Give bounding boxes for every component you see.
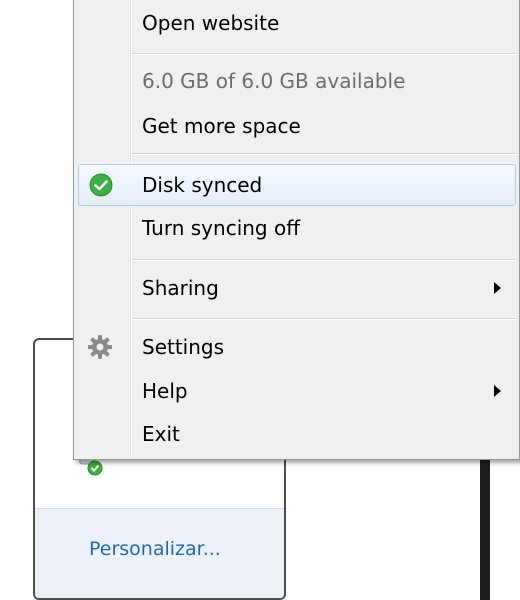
menu-item-settings[interactable]: Settings [74, 327, 519, 367]
menu-separator [132, 259, 517, 260]
menu-item-storage-status: 6.0 GB of 6.0 GB available [74, 61, 519, 101]
menu-item-label: Disk synced [142, 173, 263, 197]
chevron-right-icon [494, 282, 501, 294]
menu-item-exit[interactable]: Exit [74, 414, 519, 454]
menu-item-label: 6.0 GB of 6.0 GB available [142, 69, 406, 93]
menu-item-disk-synced[interactable]: Disk synced [78, 164, 516, 206]
menu-item-label: Exit [142, 422, 180, 446]
menu-item-label: Help [142, 379, 188, 403]
menu-item-sharing[interactable]: Sharing [74, 268, 519, 308]
menu-separator [132, 318, 517, 319]
menu-item-label: Sharing [142, 276, 219, 300]
menu-separator [132, 153, 517, 154]
desktop: Personalizar... Open website 6.0 GB of 6… [0, 0, 520, 600]
check-circle-icon [88, 172, 114, 198]
customize-link[interactable]: Personalizar... [89, 538, 221, 560]
context-menu: Open website 6.0 GB of 6.0 GB available … [73, 0, 520, 460]
menu-separator [132, 53, 517, 54]
menu-item-get-more-space[interactable]: Get more space [74, 106, 519, 146]
menu-item-label: Get more space [142, 114, 301, 138]
menu-item-turn-syncing-off[interactable]: Turn syncing off [74, 208, 519, 248]
window-edge [480, 440, 490, 600]
chevron-right-icon [494, 385, 501, 397]
menu-item-label: Turn syncing off [142, 216, 300, 240]
menu-item-open-website[interactable]: Open website [74, 3, 519, 43]
gear-icon [87, 334, 113, 360]
menu-item-help[interactable]: Help [74, 371, 519, 411]
menu-item-label: Open website [142, 11, 280, 35]
menu-item-label: Settings [142, 335, 225, 359]
